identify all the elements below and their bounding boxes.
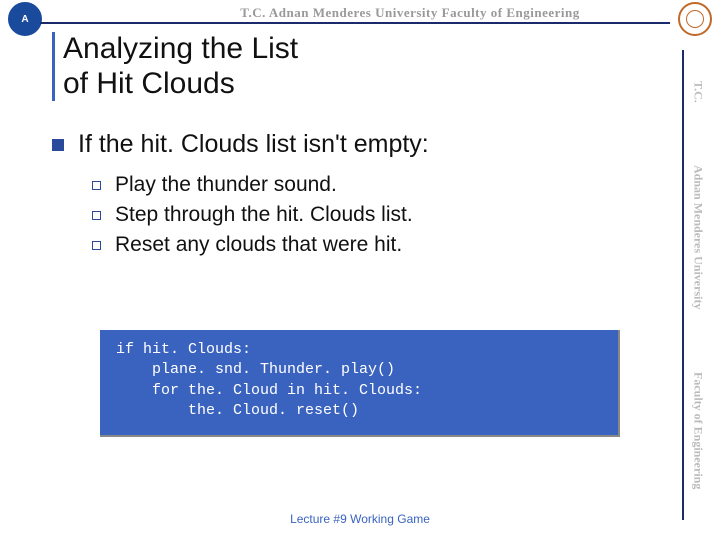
sub-bullet: Reset any clouds that were hit. — [92, 233, 650, 257]
sidebar-text-1: T.C. — [691, 75, 706, 109]
sidebar-text-2: Adnan Menderes University — [691, 159, 706, 315]
header-text: T.C. Adnan Menderes University Faculty o… — [160, 5, 660, 21]
title-line-1: Analyzing the List — [63, 32, 298, 67]
hollow-square-icon — [92, 211, 101, 220]
slide-header: A T.C. Adnan Menderes University Faculty… — [0, 0, 720, 30]
slide-footer: Lecture #9 Working Game — [0, 512, 720, 526]
vertical-sidebar: T.C. Adnan Menderes University Faculty o… — [682, 50, 712, 520]
slide-title: Analyzing the List of Hit Clouds — [52, 32, 298, 101]
university-seal-icon: A — [8, 2, 42, 36]
title-line-2: of Hit Clouds — [63, 67, 298, 102]
bullet-main-text: If the hit. Clouds list isn't empty: — [78, 130, 429, 159]
code-block: if hit. Clouds: plane. snd. Thunder. pla… — [100, 330, 620, 437]
header-rule — [40, 22, 670, 24]
sub-bullet: Play the thunder sound. — [92, 173, 650, 197]
hollow-square-icon — [92, 241, 101, 250]
bullet-main: If the hit. Clouds list isn't empty: — [52, 130, 650, 159]
sub-bullet-text: Reset any clouds that were hit. — [115, 233, 402, 257]
square-bullet-icon — [52, 139, 64, 151]
sub-bullet-list: Play the thunder sound. Step through the… — [92, 173, 650, 257]
sub-bullet-text: Step through the hit. Clouds list. — [115, 203, 413, 227]
slide-content: If the hit. Clouds list isn't empty: Pla… — [52, 130, 650, 263]
sidebar-text-3: Faculty of Engineering — [691, 366, 706, 495]
sub-bullet-text: Play the thunder sound. — [115, 173, 337, 197]
faculty-emblem-icon — [678, 2, 712, 36]
sub-bullet: Step through the hit. Clouds list. — [92, 203, 650, 227]
hollow-square-icon — [92, 181, 101, 190]
